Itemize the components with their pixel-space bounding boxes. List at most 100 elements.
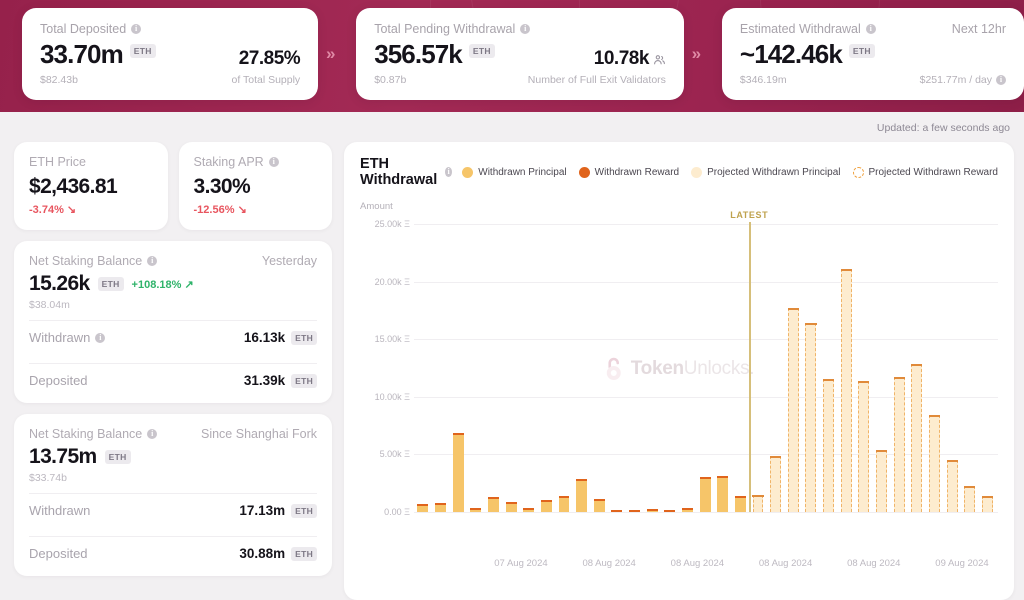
y-axis-tick-label: 10.00k Ξ (360, 392, 410, 402)
chart-bar-actual[interactable] (700, 477, 711, 512)
info-icon[interactable]: i (95, 333, 105, 343)
chart-bar-slot[interactable] (432, 214, 450, 512)
chart-bar-projected[interactable] (805, 323, 816, 512)
chart-bar-slot[interactable] (784, 214, 802, 512)
chart-bar-projected[interactable] (947, 460, 958, 512)
chart-bar-actual[interactable] (594, 499, 605, 512)
info-icon[interactable]: i (269, 157, 279, 167)
chart-bar-actual[interactable] (611, 510, 622, 512)
chart-bar-actual[interactable] (629, 510, 640, 512)
chart-bar-slot[interactable] (538, 214, 556, 512)
chart-bar-actual[interactable] (559, 496, 570, 512)
legend-item[interactable]: Projected Withdrawn Principal (691, 167, 840, 178)
chart-bar-slot[interactable] (467, 214, 485, 512)
chart-bar-projected[interactable] (841, 269, 852, 512)
chart-bar-projected[interactable] (858, 381, 869, 512)
chart-bar-actual[interactable] (506, 502, 517, 512)
chart-bar-reward-cap (435, 503, 446, 505)
x-axis-tick-label: 08 Aug 2024 (759, 558, 812, 569)
chart-bar-actual[interactable] (523, 508, 534, 512)
chart-bar-slot[interactable] (608, 214, 626, 512)
card-total-pending-withdrawal[interactable]: Total Pending Withdrawal i 356.57k ETH 1… (356, 8, 684, 100)
chart-bar-actual[interactable] (453, 433, 464, 512)
chart-bar-actual[interactable] (417, 504, 428, 512)
chart-bar-projected[interactable] (876, 450, 887, 512)
chart-bar-slot[interactable] (502, 214, 520, 512)
legend-item[interactable]: Withdrawn Principal (462, 167, 566, 178)
chart-bar-actual[interactable] (647, 509, 658, 512)
info-icon[interactable]: i (445, 167, 452, 177)
chart-bar-actual[interactable] (576, 479, 587, 512)
card-estimated-withdrawal[interactable]: Estimated Withdrawal i Next 12hr ~142.46… (722, 8, 1024, 100)
y-axis-tick-label: 20.00k Ξ (360, 277, 410, 287)
card-nsb-shanghai-row-withdrawn: Withdrawn 17.13m ETH (29, 493, 317, 527)
card-net-staking-balance-yesterday[interactable]: Net Staking Balance i Yesterday 15.26k E… (14, 241, 332, 403)
chart-bar-slot[interactable] (890, 214, 908, 512)
info-icon[interactable]: i (147, 256, 157, 266)
chart-bar-slot[interactable] (414, 214, 432, 512)
updated-timestamp: Updated: a few seconds ago (877, 122, 1010, 134)
chart-bar-actual[interactable] (470, 508, 481, 512)
chart-bar-projected[interactable] (964, 486, 975, 512)
chart-bar-slot[interactable] (767, 214, 785, 512)
chart-bar-slot[interactable] (661, 214, 679, 512)
chart-bar-reward-cap (523, 508, 534, 510)
chart-bar-slot[interactable] (837, 214, 855, 512)
legend-item[interactable]: Withdrawn Reward (579, 167, 679, 178)
chart-bar-slot[interactable] (926, 214, 944, 512)
chart-bar-actual[interactable] (488, 497, 499, 512)
chart-bar-projected[interactable] (894, 377, 905, 512)
chart-bar-actual[interactable] (541, 500, 552, 512)
chart-bar-slot[interactable] (573, 214, 591, 512)
info-icon[interactable]: i (147, 429, 157, 439)
chart-bar-projected[interactable] (823, 379, 834, 512)
chart-bar-slot[interactable] (855, 214, 873, 512)
legend-item-label: Withdrawn Reward (595, 167, 679, 178)
chart-bar-projected[interactable] (770, 456, 781, 512)
chart-bar-slot[interactable] (679, 214, 697, 512)
chart-bar-reward-cap (559, 496, 570, 498)
chart-bar-slot[interactable] (714, 214, 732, 512)
chart-bar-slot[interactable] (485, 214, 503, 512)
info-icon[interactable]: i (131, 24, 141, 34)
chart-bar-slot[interactable] (802, 214, 820, 512)
card-nsb-shanghai-usd: $33.74b (29, 472, 317, 484)
chart-bar-slot[interactable] (908, 214, 926, 512)
card-eth-price[interactable]: ETH Price $2,436.81 -3.74% ↘ (14, 142, 168, 230)
chart-bar-reward-cap (717, 476, 728, 478)
chart-bar-slot[interactable] (449, 214, 467, 512)
legend-item[interactable]: Projected Withdrawn Reward (853, 167, 999, 178)
chart-bar-reward-cap (876, 450, 887, 452)
chart-bar-slot[interactable] (873, 214, 891, 512)
chart-bar-actual[interactable] (664, 510, 675, 512)
chart-bar-slot[interactable] (749, 214, 767, 512)
eth-unit-tag: ETH (291, 374, 317, 388)
chart-bar-slot[interactable] (732, 214, 750, 512)
chart-bar-actual[interactable] (435, 503, 446, 512)
info-icon[interactable]: i (866, 24, 876, 34)
card-staking-apr[interactable]: Staking APR i 3.30% -12.56% ↘ (179, 142, 333, 230)
chart-bar-actual[interactable] (717, 476, 728, 512)
card-full-exit-validators-caption: Number of Full Exit Validators (528, 74, 666, 86)
chart-bar-slot[interactable] (961, 214, 979, 512)
info-icon[interactable]: i (520, 24, 530, 34)
chart-bar-slot[interactable] (520, 214, 538, 512)
chart-bar-actual[interactable] (735, 496, 746, 512)
chart-bar-projected[interactable] (753, 495, 764, 512)
card-net-staking-balance-shanghai[interactable]: Net Staking Balance i Since Shanghai For… (14, 414, 332, 576)
chart-bar-projected[interactable] (929, 415, 940, 512)
chart-bar-projected[interactable] (788, 308, 799, 512)
chart-bar-slot[interactable] (555, 214, 573, 512)
chart-bar-slot[interactable] (943, 214, 961, 512)
chart-bar-slot[interactable] (696, 214, 714, 512)
chart-bar-slot[interactable] (643, 214, 661, 512)
info-icon[interactable]: i (996, 75, 1006, 85)
chart-bar-actual[interactable] (682, 508, 693, 512)
card-total-deposited[interactable]: Total Deposited i 33.70m ETH 27.85% $82.… (22, 8, 318, 100)
chart-bar-slot[interactable] (820, 214, 838, 512)
chart-bar-projected[interactable] (911, 364, 922, 512)
chart-bar-slot[interactable] (590, 214, 608, 512)
chart-bar-slot[interactable] (626, 214, 644, 512)
chart-bar-slot[interactable] (979, 214, 997, 512)
chart-bar-projected[interactable] (982, 496, 993, 512)
